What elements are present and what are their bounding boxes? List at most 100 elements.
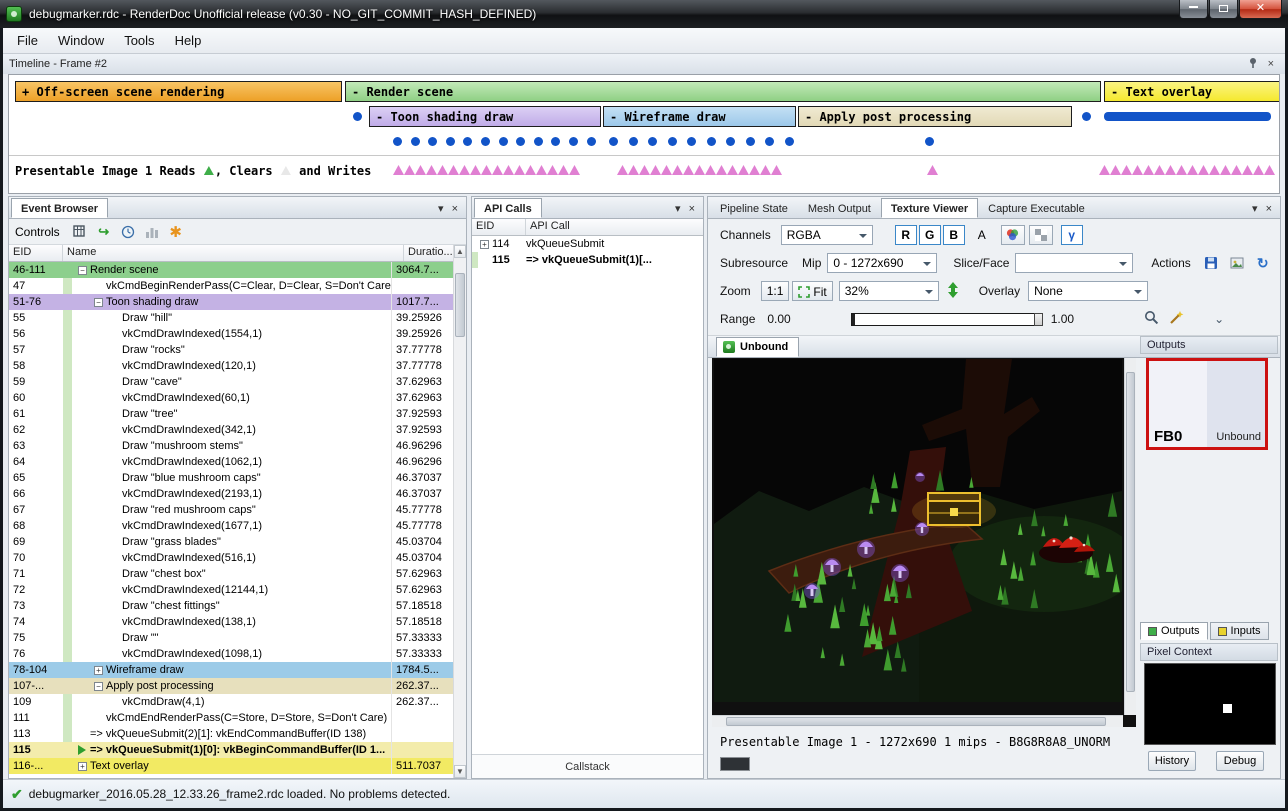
gamma-button[interactable]: γ	[1061, 225, 1083, 245]
event-row[interactable]: 113=> vkQueueSubmit(2)[1]: vkEndCommandB…	[9, 726, 453, 742]
stats-icon[interactable]	[142, 223, 162, 241]
chevron-down-icon[interactable]: ▾	[671, 202, 685, 215]
event-browser-scrollbar[interactable]: ▲ ▼	[453, 245, 466, 778]
timeline-draw-dot[interactable]	[446, 137, 455, 146]
scroll-down-icon[interactable]: ▼	[454, 765, 466, 778]
menu-file[interactable]: File	[7, 30, 48, 51]
tab-event-browser[interactable]: Event Browser	[11, 198, 108, 218]
event-row[interactable]: 62vkCmdDrawIndexed(342,1)37.92593	[9, 422, 453, 438]
goto-arrow-icon[interactable]: ↪	[94, 223, 114, 241]
timeline-draw-dot[interactable]	[668, 137, 677, 146]
expand-box-icon[interactable]: +	[94, 666, 103, 675]
tab-inputs[interactable]: Inputs	[1210, 622, 1269, 640]
expand-box-icon[interactable]: +	[480, 240, 489, 249]
timeline-draw-dot[interactable]	[353, 112, 362, 121]
event-row[interactable]: 51-76−Toon shading draw1017.7...	[9, 294, 453, 310]
timeline-draw-dot[interactable]	[569, 137, 578, 146]
event-row[interactable]: 61Draw "tree"37.92593	[9, 406, 453, 422]
event-row[interactable]: 73Draw "chest fittings"57.18518	[9, 598, 453, 614]
event-browser-column-header[interactable]: EID Name Duratio...	[9, 245, 466, 262]
chevron-down-icon[interactable]: ▾	[1248, 202, 1262, 215]
collapse-box-icon[interactable]: −	[78, 266, 87, 275]
event-row[interactable]: 116-...+Text overlay511.7037	[9, 758, 453, 774]
channel-r-button[interactable]: R	[895, 225, 917, 245]
range-handle-right[interactable]	[1034, 313, 1043, 326]
texture-tab-unbound[interactable]: Unbound	[716, 337, 799, 357]
bookmark-star-icon[interactable]: ✱	[166, 223, 186, 241]
minimize-button[interactable]	[1179, 0, 1208, 19]
timeline-draw-dot[interactable]	[707, 137, 716, 146]
event-row[interactable]: 70vkCmdDrawIndexed(516,1)45.03704	[9, 550, 453, 566]
maximize-button[interactable]	[1209, 0, 1238, 19]
pixel-context-view[interactable]	[1144, 663, 1276, 745]
event-row[interactable]: 59Draw "cave"37.62963	[9, 374, 453, 390]
event-row[interactable]: 107-...−Apply post processing262.37...	[9, 678, 453, 694]
refresh-icon[interactable]: ↻	[1251, 253, 1275, 273]
title-bar[interactable]: debugmarker.rdc - RenderDoc Unofficial r…	[0, 0, 1288, 28]
event-row[interactable]: 109vkCmdDraw(4,1)262.37...	[9, 694, 453, 710]
timeline-bar-wireframe[interactable]: - Wireframe draw	[603, 106, 796, 127]
tab-pipeline-state[interactable]: Pipeline State	[710, 198, 798, 218]
mip-select[interactable]: 0 - 1272x690	[827, 253, 937, 273]
texture-display-area[interactable]	[712, 358, 1136, 727]
event-row[interactable]: 75Draw ""57.33333	[9, 630, 453, 646]
timeline-draw-dot[interactable]	[463, 137, 472, 146]
timeline-draw-dot[interactable]	[925, 137, 934, 146]
timeline-draw-dot[interactable]	[481, 137, 490, 146]
event-row[interactable]: 66vkCmdDrawIndexed(2193,1)46.37037	[9, 486, 453, 502]
channels-select[interactable]: RGBA	[781, 225, 873, 245]
scroll-up-icon[interactable]: ▲	[454, 245, 466, 258]
collapse-box-icon[interactable]: −	[94, 682, 103, 691]
menu-tools[interactable]: Tools	[114, 30, 164, 51]
timeline-draw-dot[interactable]	[609, 137, 618, 146]
timeline-draw-dot[interactable]	[687, 137, 696, 146]
close-button[interactable]: ✕	[1239, 0, 1282, 19]
menu-window[interactable]: Window	[48, 30, 114, 51]
fit-button[interactable]: Fit	[792, 281, 832, 301]
find-icon[interactable]	[70, 223, 90, 241]
timeline-bar-text-overlay[interactable]: - Text overlay	[1104, 81, 1280, 102]
event-row[interactable]: 76vkCmdDrawIndexed(1098,1)57.33333	[9, 646, 453, 662]
chevron-down-icon[interactable]: ▾	[434, 202, 448, 215]
menu-help[interactable]: Help	[165, 30, 212, 51]
api-call-row[interactable]: 115=> vkQueueSubmit(1)[...	[472, 252, 703, 268]
overlay-select[interactable]: None	[1028, 281, 1148, 301]
zoom-percent-select[interactable]: 32%	[839, 281, 939, 301]
event-row[interactable]: 78-104+Wireframe draw1784.5...	[9, 662, 453, 678]
timeline-draw-dot[interactable]	[648, 137, 657, 146]
tab-mesh-output[interactable]: Mesh Output	[798, 198, 881, 218]
timeline-close-icon[interactable]: ×	[1263, 58, 1279, 70]
timeline-panel[interactable]: + Off-screen scene rendering - Render sc…	[8, 74, 1280, 194]
timeline-draw-dot[interactable]	[499, 137, 508, 146]
panel-close-icon[interactable]: ×	[448, 203, 462, 215]
timeline-draw-dot[interactable]	[1082, 112, 1091, 121]
timeline-bar-render-scene[interactable]: - Render scene	[345, 81, 1101, 102]
timeline-draw-dot[interactable]	[393, 137, 402, 146]
event-row[interactable]: 74vkCmdDrawIndexed(138,1)57.18518	[9, 614, 453, 630]
event-row[interactable]: 57Draw "rocks"37.77778	[9, 342, 453, 358]
event-row[interactable]: 56vkCmdDrawIndexed(1554,1)39.25926	[9, 326, 453, 342]
tab-texture-viewer[interactable]: Texture Viewer	[881, 198, 978, 218]
pin-icon[interactable]	[1243, 57, 1263, 72]
event-row[interactable]: 72vkCmdDrawIndexed(12144,1)57.62963	[9, 582, 453, 598]
timeline-draw-dot[interactable]	[785, 137, 794, 146]
callstack-bar[interactable]: Callstack	[472, 754, 703, 778]
scrollbar-thumb[interactable]	[455, 273, 465, 337]
checkerboard-icon[interactable]	[1029, 225, 1053, 245]
range-slider[interactable]	[851, 313, 1043, 326]
clock-icon[interactable]	[118, 223, 138, 241]
fb0-thumbnail[interactable]: FB0 Unbound	[1146, 358, 1268, 450]
api-calls-column-header[interactable]: EID API Call	[472, 219, 703, 236]
event-row[interactable]: 58vkCmdDrawIndexed(120,1)37.77778	[9, 358, 453, 374]
texture-vscrollbar[interactable]	[1124, 358, 1136, 715]
scrollbar-thumb[interactable]	[726, 717, 1106, 726]
event-row[interactable]: 68vkCmdDrawIndexed(1677,1)45.77778	[9, 518, 453, 534]
texture-hscrollbar[interactable]	[712, 715, 1123, 727]
timeline-draw-dot[interactable]	[746, 137, 755, 146]
color-wheel-icon[interactable]	[1001, 225, 1025, 245]
timeline-draw-dot[interactable]	[551, 137, 560, 146]
timeline-draw-dot[interactable]	[516, 137, 525, 146]
event-row[interactable]: 71Draw "chest box"57.62963	[9, 566, 453, 582]
timeline-draw-dot[interactable]	[534, 137, 543, 146]
api-call-row[interactable]: +114vkQueueSubmit	[472, 236, 703, 252]
